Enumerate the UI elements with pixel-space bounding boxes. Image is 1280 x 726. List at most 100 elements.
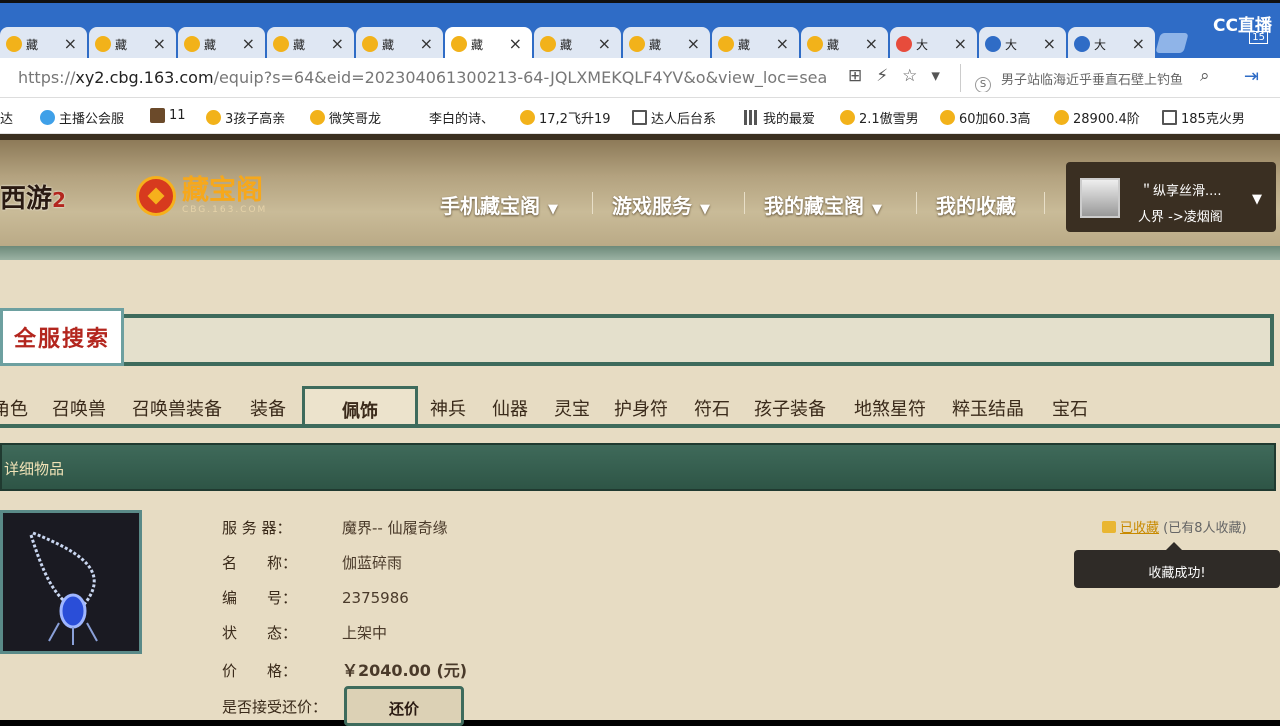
category-tab[interactable]: 角色 — [0, 395, 28, 421]
browser-tab[interactable]: 大 × — [1068, 27, 1155, 61]
detail-label: 服 务 器： — [222, 519, 292, 537]
browser-tab[interactable]: 大 × — [979, 27, 1066, 61]
browser-tab[interactable]: 大 × — [890, 27, 977, 61]
address-actions-icons[interactable]: ⊞⚡☆▾ — [848, 66, 954, 86]
cbg-logo-sub: CBG.163.COM — [182, 205, 268, 215]
bookmark-item[interactable]: 28900.4阶 — [1054, 108, 1140, 127]
detail-label: 编 号： — [222, 589, 298, 607]
browser-tab-bar: 藏 × 藏 × 藏 × 藏 × 藏 × 藏 × 藏 × 藏 × 藏 × 藏 × 大 × 大 × 大 × CC直播 15 — [0, 0, 1280, 61]
close-icon[interactable]: × — [687, 34, 700, 53]
browser-tab[interactable]: 藏 × — [89, 27, 176, 61]
item-thumbnail — [0, 510, 142, 654]
url-field[interactable]: https://xy2.cbg.163.com/equip?s=64&eid=2… — [18, 68, 828, 87]
game-favicon-icon — [362, 36, 378, 52]
bookmark-item[interactable]: 微笑哥龙 — [310, 108, 381, 127]
category-tab[interactable]: 仙器 — [492, 395, 528, 421]
browser-tab[interactable]: 藏 × — [712, 27, 799, 61]
close-icon[interactable]: × — [420, 34, 433, 53]
nav-item[interactable]: 我的藏宝阁 ▼ — [764, 190, 882, 219]
search-icon[interactable]: ⌕ — [1200, 66, 1210, 86]
user-name: ＂纵享丝滑.... — [1140, 184, 1222, 199]
nav-label: 手机藏宝阁 — [440, 194, 540, 218]
close-icon[interactable]: × — [598, 34, 611, 53]
nav-separator — [1044, 192, 1045, 214]
bookmarks-bar: 达 主播公会服 11 3孩子高亲 微笑哥龙 李白的诗、 17,2飞升19 达人后台系 我的最爱 2… — [0, 98, 1280, 134]
bookmark-item[interactable]: 李白的诗、 — [410, 108, 494, 127]
bookmark-item[interactable]: 11 — [150, 108, 186, 123]
close-icon[interactable]: × — [509, 34, 522, 53]
close-icon[interactable]: × — [153, 34, 166, 53]
category-tab[interactable]: 神兵 — [430, 395, 466, 421]
browser-search-box[interactable]: S 男子站临海近乎垂直石壁上钓鱼 — [960, 64, 1226, 92]
nav-item[interactable]: 我的收藏 — [936, 190, 1016, 219]
img-bookmark-icon — [150, 108, 165, 123]
exit-icon[interactable]: ⇥ — [1244, 66, 1259, 87]
category-tab[interactable]: 召唤兽装备 — [132, 395, 222, 421]
game-logo-num: 2 — [52, 188, 66, 212]
search-panel[interactable] — [0, 314, 1274, 366]
close-icon[interactable]: × — [242, 34, 255, 53]
browser-tab[interactable]: 藏 × — [801, 27, 888, 61]
close-icon[interactable]: × — [1132, 34, 1145, 53]
category-tab[interactable]: 符石 — [694, 395, 730, 421]
close-icon[interactable]: × — [776, 34, 789, 53]
bookmark-item[interactable]: 达人后台系 — [632, 108, 716, 127]
detail-value: 伽蓝碎雨 — [342, 554, 403, 572]
tab-label: 藏 — [560, 37, 573, 52]
bookmark-item[interactable]: 3孩子高亲 — [206, 108, 285, 127]
bookmark-item[interactable]: 2.1傲雪男 — [840, 108, 919, 127]
browser-tab[interactable]: 藏 × — [623, 27, 710, 61]
category-tab[interactable]: 装备 — [250, 395, 286, 421]
browser-tab[interactable]: 藏 × — [534, 27, 621, 61]
bookmark-item[interactable]: 达 — [0, 108, 13, 127]
bookmark-label: 主播公会服 — [59, 112, 125, 127]
bookmark-label: 28900.4阶 — [1073, 112, 1140, 127]
browser-tab[interactable]: 藏 × — [0, 27, 87, 61]
category-tab[interactable]: 召唤兽 — [52, 395, 106, 421]
toast-message: 收藏成功! — [1074, 542, 1280, 588]
url-path: /equip?s=64&eid=202304061300213-64-JQLXM… — [213, 68, 828, 87]
chevron-down-icon: ▼ — [1252, 192, 1262, 207]
bookmark-item[interactable]: 17,2飞升19 — [520, 108, 611, 127]
category-tab[interactable]: 护身符 — [614, 395, 668, 421]
category-tab[interactable]: 孩子装备 — [754, 395, 826, 421]
counter-offer-button[interactable]: 还价 — [344, 686, 464, 726]
bookmark-label: 17,2飞升19 — [539, 112, 611, 127]
favorited-link[interactable]: 已收藏 — [1120, 521, 1159, 536]
user-menu[interactable]: ＂纵享丝滑.... 人界 ->凌烟阁 ▼ — [1066, 162, 1276, 232]
cc-badge: 15 — [1249, 31, 1268, 44]
browser-tab[interactable]: 藏 × — [356, 27, 443, 61]
category-tab[interactable]: 粹玉结晶 — [952, 395, 1024, 421]
browser-tab[interactable]: 藏 × — [178, 27, 265, 61]
close-icon[interactable]: × — [865, 34, 878, 53]
browser-tab[interactable]: 藏 × — [267, 27, 354, 61]
browser-tab[interactable]: 藏 × — [445, 27, 532, 61]
bookmark-item[interactable]: 60加60.3高 — [940, 108, 1031, 127]
cbg-logo[interactable]: 藏宝阁 CBG.163.COM — [136, 176, 267, 216]
category-tab[interactable]: 宝石 — [1052, 395, 1088, 421]
bookmark-item[interactable]: 185克火男 — [1162, 108, 1245, 127]
bookmark-item[interactable]: 主播公会服 — [40, 108, 124, 127]
chevron-down-icon: ▼ — [700, 202, 710, 217]
tab-label: 大 — [916, 37, 929, 52]
bookmark-label: 达人后台系 — [651, 112, 717, 127]
category-tab[interactable]: 地煞星符 — [854, 395, 926, 421]
doc-bookmark-icon — [632, 110, 647, 125]
new-tab-button[interactable] — [1155, 33, 1189, 53]
close-icon[interactable]: × — [331, 34, 344, 53]
nav-item[interactable]: 游戏服务 ▼ — [612, 190, 710, 219]
close-icon[interactable]: × — [954, 34, 967, 53]
close-icon[interactable]: × — [64, 34, 77, 53]
bookmark-item[interactable]: 我的最爱 — [744, 108, 815, 127]
category-tab[interactable]: 佩饰 — [302, 386, 418, 428]
tab-label: 藏 — [115, 37, 128, 52]
detail-row: 状 态： 上架中 — [222, 622, 387, 643]
game-logo[interactable]: 西游2 — [0, 178, 66, 215]
folder-icon — [1102, 521, 1116, 533]
detail-row: 价 格： ￥2040.00 (元) — [222, 657, 467, 681]
nav-item[interactable]: 手机藏宝阁 ▼ — [440, 190, 558, 219]
close-icon[interactable]: × — [1043, 34, 1056, 53]
search-label[interactable]: 全服搜索 — [0, 308, 124, 366]
category-tab[interactable]: 灵宝 — [554, 395, 590, 421]
game-favicon-icon — [629, 36, 645, 52]
